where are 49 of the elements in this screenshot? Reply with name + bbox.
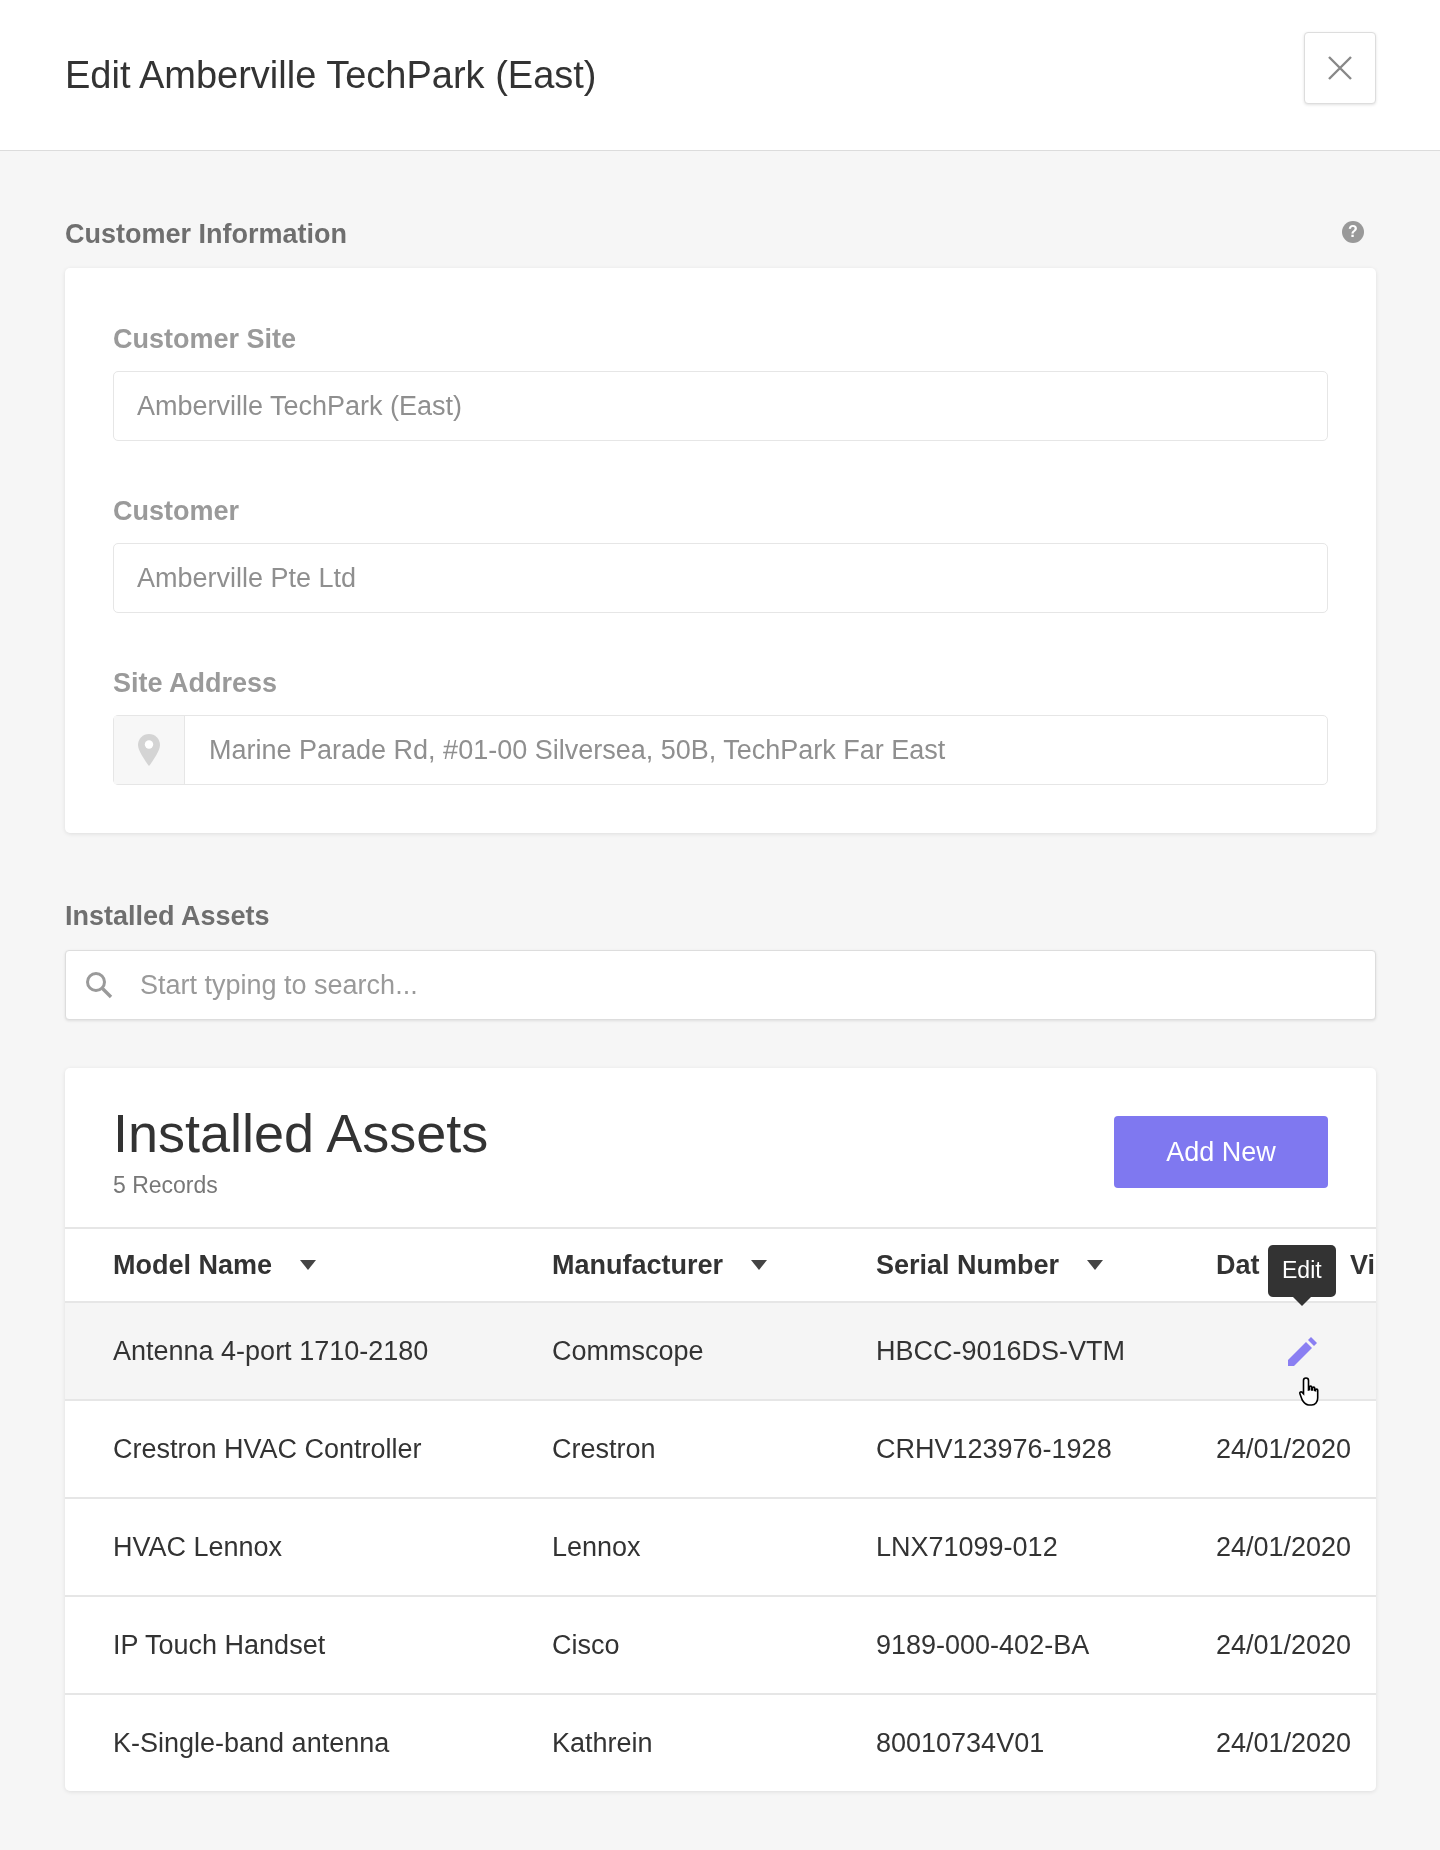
location-pin-icon (138, 734, 160, 766)
table-cell-text: Kathrein (552, 1727, 654, 1759)
column-header[interactable]: Manufacturer (552, 1249, 724, 1281)
column-header[interactable]: Dat (1216, 1249, 1260, 1281)
dialog-title: Edit Amberville TechPark (East) (65, 53, 597, 97)
table-cell-text: Antenna 4-port 1710-2180 (113, 1335, 430, 1367)
search-field[interactable]: Start typing to search... (138, 968, 1375, 1002)
table-row[interactable]: HVAC Lennox Lennox LNX71099-012 24/01/2020 (65, 1499, 1376, 1597)
add-new-button[interactable]: Add New (1114, 1116, 1328, 1188)
pencil-icon[interactable] (1288, 1336, 1318, 1366)
table-cell-text: LNX71099-012 (876, 1531, 1059, 1563)
sort-caret-icon[interactable] (751, 1260, 768, 1270)
sort-caret-icon[interactable] (1087, 1260, 1104, 1270)
table-cell-text: 24/01/2020 (1216, 1727, 1353, 1759)
tooltip-arrow-icon (1292, 1296, 1311, 1306)
close-button[interactable] (1304, 32, 1376, 104)
table-cell-text: Commscope (552, 1335, 705, 1367)
table-cell-text: 80010734V01 (876, 1727, 1046, 1759)
column-header[interactable]: Vi (1350, 1249, 1376, 1281)
table-row[interactable]: IP Touch Handset Cisco 9189-000-402-BA 24/01/2020 (65, 1597, 1376, 1695)
table-cell-text: 9189-000-402-BA (876, 1629, 1091, 1661)
table-cell-text: Lennox (552, 1531, 642, 1563)
table-row[interactable]: Crestron HVAC Controller Crestron CRHV123976-1928 24/01/2020 (65, 1401, 1376, 1499)
table-row[interactable]: K-Single-band antenna Kathrein 80010734V01 24/01/2020 (65, 1695, 1376, 1791)
table-cell-text: 24/01/2020 (1216, 1629, 1353, 1661)
table-cell-text: Crestron (552, 1433, 657, 1465)
table-title: Installed Assets (113, 1102, 489, 1164)
sort-caret-icon[interactable] (300, 1260, 317, 1270)
tooltip: Edit (1268, 1245, 1336, 1306)
section-heading: Customer Information (65, 219, 347, 250)
close-icon[interactable] (1326, 54, 1354, 82)
column-header[interactable]: Serial Number (876, 1249, 1060, 1281)
search-icon (84, 970, 114, 1000)
table-cell-text: Crestron HVAC Controller (113, 1433, 423, 1465)
field-label: Site Address (113, 668, 279, 699)
column-header[interactable]: Model Name (113, 1249, 273, 1281)
table-cell-text: K-Single-band antenna (113, 1727, 391, 1759)
table-cell-text: Cisco (552, 1629, 621, 1661)
record-count: 5 Records (113, 1172, 219, 1199)
search-bar[interactable]: Start typing to search... (65, 950, 1376, 1020)
field-label: Customer (113, 496, 241, 527)
section-heading: Installed Assets (65, 901, 271, 932)
table-cell-text: 24/01/2020 (1216, 1433, 1353, 1465)
table-cell-text: 24/01/2020 (1216, 1531, 1353, 1563)
table-cell-text: HVAC Lennox (113, 1531, 284, 1563)
field-label: Customer Site (113, 324, 298, 355)
table-cell-text: IP Touch Handset (113, 1629, 327, 1661)
table-cell-text: HBCC-9016DS-VTM (876, 1335, 1127, 1367)
table-cell-text: CRHV123976-1928 (876, 1433, 1113, 1465)
